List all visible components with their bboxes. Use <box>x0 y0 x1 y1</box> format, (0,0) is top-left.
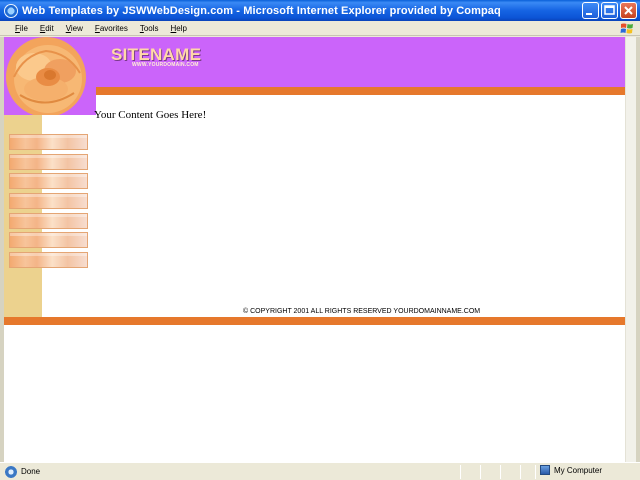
window-title-bar[interactable]: Web Templates by JSWWebDesign.com - Micr… <box>0 0 640 21</box>
minimize-button[interactable] <box>582 2 599 19</box>
menu-help[interactable]: Help <box>171 24 187 33</box>
status-bar: Done My Computer <box>0 462 640 480</box>
vertical-scrollbar[interactable] <box>625 37 636 462</box>
footer-accent-bar <box>4 317 625 325</box>
close-button[interactable] <box>620 2 637 19</box>
menu-tools[interactable]: Tools <box>140 24 159 33</box>
menu-bar: File Edit View Favorites Tools Help <box>0 21 640 36</box>
main-content-text: Your Content Goes Here! <box>94 109 207 121</box>
security-zone[interactable]: My Computer <box>540 465 602 475</box>
my-computer-icon <box>540 465 550 475</box>
nav-button-4[interactable] <box>9 193 88 210</box>
site-domain: WWW.YOURDOMAIN.COM <box>132 62 199 68</box>
nav-button-2[interactable] <box>9 153 88 170</box>
nav-button-5[interactable] <box>9 212 88 229</box>
menu-edit[interactable]: Edit <box>40 24 54 33</box>
copyright-text: © COPYRIGHT 2001 ALL RIGHTS RESERVED YOU… <box>243 308 481 315</box>
zone-label: My Computer <box>554 465 603 475</box>
nav-button-7[interactable] <box>9 252 88 269</box>
status-divider <box>520 465 521 479</box>
status-divider <box>480 465 481 479</box>
maximize-button[interactable] <box>601 2 618 19</box>
windows-logo-icon <box>620 23 633 34</box>
page-viewport: SITENAME WWW.YOURDOMAIN.COM Your Content… <box>4 37 625 462</box>
menu-file[interactable]: File <box>15 24 28 33</box>
menu-view[interactable]: View <box>66 24 83 33</box>
status-divider <box>535 465 536 479</box>
window-frame-right <box>636 37 640 462</box>
menu-favorites[interactable]: Favorites <box>95 24 128 33</box>
nav-button-1[interactable] <box>9 134 88 150</box>
internet-explorer-icon <box>4 3 18 18</box>
maximize-icon <box>604 5 615 15</box>
nav-button-6[interactable] <box>9 232 88 249</box>
rose-image <box>4 37 96 115</box>
nav-button-list <box>9 134 88 272</box>
nav-button-3[interactable] <box>9 173 88 190</box>
window-controls <box>582 2 637 19</box>
status-divider <box>460 465 461 479</box>
window-title: Web Templates by JSWWebDesign.com - Micr… <box>22 4 501 17</box>
status-text: Done <box>21 467 41 476</box>
close-icon <box>624 6 633 15</box>
header-accent-bar <box>4 87 625 95</box>
page-done-icon <box>5 465 17 478</box>
minimize-icon <box>586 13 592 15</box>
status-divider <box>500 465 501 479</box>
site-header <box>4 37 625 87</box>
